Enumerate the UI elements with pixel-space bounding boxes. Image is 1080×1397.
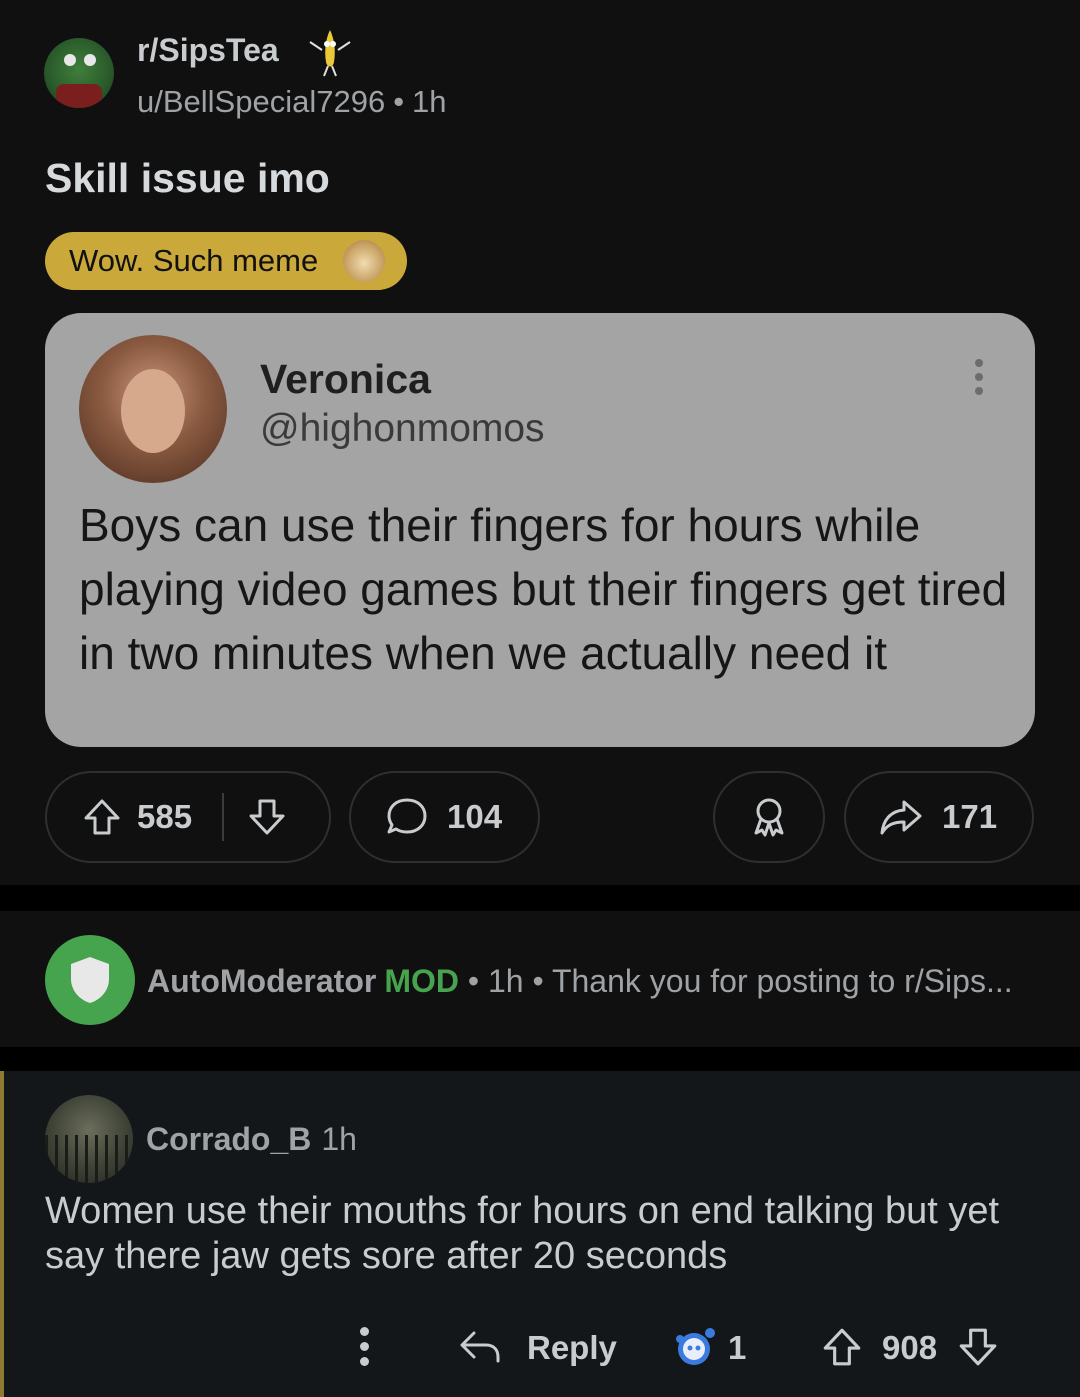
post-flair[interactable]: Wow. Such meme [45,232,407,290]
automod-avatar [45,935,135,1025]
separator-dot: • [393,84,405,119]
vote-pill: 585 [45,771,331,863]
comment-author[interactable]: Corrado_B [146,1121,311,1157]
automod-time: 1h [487,963,524,999]
section-divider [0,885,1080,911]
banana-mascot-icon [309,30,351,77]
arrow-down-icon[interactable] [956,1325,1000,1377]
comment-text: Women use their mouths for hours on end … [45,1190,1000,1277]
reply-arrow-icon[interactable] [458,1327,502,1375]
speech-bubble-icon [385,796,429,838]
share-count: 171 [942,798,998,835]
post-score: 585 [137,798,193,835]
comment: Corrado_B 1h Women use their mouths for h… [0,1071,1080,1397]
post-author-line: u/BellSpecial7296 • 1h [137,84,447,120]
arrow-up-icon[interactable] [81,796,123,838]
tweet-image-card[interactable]: Veronica @highonmomos Boys can use their… [45,313,1035,747]
separator-dot: • [532,963,544,999]
automod-username[interactable]: AutoModerator [147,963,376,999]
arrow-down-icon[interactable] [246,796,288,838]
subreddit-name[interactable]: r/SipsTea [137,32,279,69]
subreddit-avatar[interactable] [44,38,114,108]
tweet-text: Boys can use their fingers for hours whi… [79,499,1008,679]
doge-emoji-icon [343,240,385,282]
award-count: 1 [728,1329,747,1366]
comment-count: 104 [447,798,503,835]
share-button[interactable]: 171 [844,771,1034,863]
section-divider [0,1047,1080,1071]
comment-time: 1h [321,1121,357,1157]
tweet-avatar [79,335,227,483]
automod-line: AutoModerator MOD • 1h • Thank you for po… [147,963,1013,1000]
comment-score: 908 [882,1329,938,1366]
share-arrow-icon [878,797,924,837]
award-ribbon-icon [748,795,790,839]
vote-divider [222,793,225,841]
shield-icon [71,957,109,1003]
post-container: r/SipsTea u/BellSpecial7296 • 1h Skill iss… [0,0,1080,885]
tweet-display-name: Veronica [260,356,431,402]
comment-actions: Reply 1 908 [0,1321,1080,1381]
commenter-avatar[interactable] [45,1095,133,1183]
post-flair-label: Wow. Such meme [69,243,319,278]
vertical-dots-icon[interactable] [360,1327,372,1371]
comment-meta: Corrado_B 1h [146,1121,357,1158]
automod-comment-collapsed[interactable]: AutoModerator MOD • 1h • Thank you for po… [0,911,1080,1047]
reply-button[interactable]: Reply [527,1329,617,1367]
mod-badge: MOD [384,963,459,999]
post-time: 1h [412,84,447,119]
award-snoo-icon[interactable] [670,1321,720,1371]
comments-button[interactable]: 104 [349,771,540,863]
separator-dot: • [467,963,480,999]
arrow-up-icon[interactable] [820,1325,864,1377]
post-title[interactable]: Skill issue imo [45,155,330,202]
automod-preview: Thank you for posting to r/Sips... [551,963,1013,999]
tweet-more-icon [975,359,985,399]
post-author[interactable]: u/BellSpecial7296 [137,84,385,119]
tweet-handle: @highonmomos [260,407,545,450]
award-button[interactable] [713,771,825,863]
